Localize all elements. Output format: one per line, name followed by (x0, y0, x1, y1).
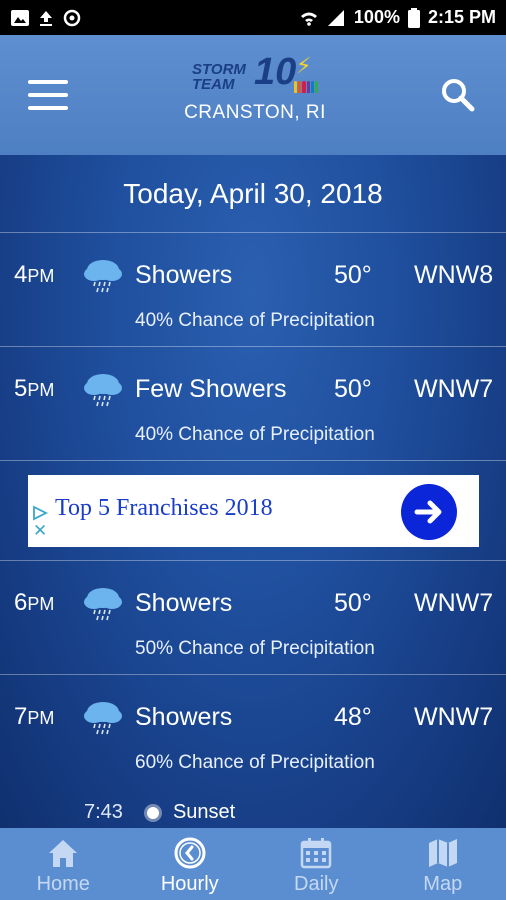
nav-hourly[interactable]: Hourly (127, 828, 254, 900)
map-icon (428, 839, 457, 867)
showers-icon (84, 702, 122, 735)
sun-icon (146, 806, 159, 819)
menu-button[interactable] (28, 80, 68, 110)
hour-time: 6PM (14, 589, 55, 616)
hour-row[interactable]: 4PM Showers 50° WNW8 40% Chance of Preci… (0, 233, 506, 347)
temperature: 50° (334, 589, 372, 617)
hour-time: 5PM (14, 375, 55, 402)
condition-label: Showers (135, 261, 233, 289)
sunset-label: Sunset (172, 801, 236, 823)
ad-headline: Top 5 Franchises 2018 (55, 495, 273, 521)
nav-daily[interactable]: Daily (253, 828, 380, 900)
location-label: CRANSTON, RI (184, 102, 326, 123)
nbc-peacock-icon (294, 81, 319, 93)
sync-icon (63, 9, 81, 26)
search-icon (442, 79, 475, 112)
nav-home[interactable]: Home (0, 828, 127, 900)
ad-container: ✕ Top 5 Franchises 2018 (0, 461, 506, 561)
nav-label: Hourly (160, 873, 219, 895)
ad-banner[interactable]: ✕ Top 5 Franchises 2018 (28, 475, 479, 547)
logo-wordmark: STORM TEAM (192, 61, 246, 93)
condition-label: Showers (135, 589, 233, 617)
wind: WNW7 (414, 589, 494, 617)
showers-icon (84, 588, 122, 621)
ad-close-button[interactable]: ✕ (33, 522, 47, 540)
hour-row[interactable]: 6PM Showers 50° WNW7 50% Chance of Preci… (0, 561, 506, 675)
condition-label: Few Showers (135, 375, 287, 403)
lightning-bolt-icon: ⚡ (296, 53, 312, 78)
bottom-nav: Home Hourly Daily Map (0, 828, 506, 900)
calendar-icon (301, 838, 332, 869)
search-button[interactable] (438, 75, 478, 115)
showers-icon (84, 374, 122, 407)
battery-icon (407, 7, 420, 28)
nav-label: Map (423, 873, 463, 895)
temperature: 48° (334, 703, 372, 731)
adchoices-icon[interactable] (32, 505, 48, 521)
hour-row[interactable]: 5PM Few Showers 50° WNW7 40% Chance of P… (0, 347, 506, 461)
nav-label: Home (36, 873, 90, 895)
hour-time: 4PM (14, 261, 55, 288)
sunset-time: 7:43 (84, 801, 123, 823)
app-header: STORM TEAM 10 ⚡ CRANSTON, RI (0, 35, 506, 155)
signal-icon (327, 9, 344, 26)
wifi-icon (300, 12, 317, 26)
menu-icon (28, 80, 68, 84)
temperature: 50° (334, 375, 372, 403)
showers-icon (84, 260, 122, 293)
temperature: 50° (334, 261, 372, 289)
upload-icon (40, 10, 52, 26)
sunset-row: 7:43 Sunset (84, 801, 235, 824)
date-heading: Today, April 30, 2018 (0, 155, 506, 233)
nav-map[interactable]: Map (380, 828, 506, 900)
nav-label: Daily (294, 873, 339, 895)
precipitation-chance: 60% Chance of Precipitation (135, 752, 375, 773)
precipitation-chance: 40% Chance of Precipitation (135, 424, 375, 445)
precipitation-chance: 40% Chance of Precipitation (135, 310, 375, 331)
wind: WNW7 (414, 375, 494, 403)
status-system: 100% 2:15 PM (300, 7, 496, 28)
battery-percent: 100% (353, 7, 400, 27)
arrow-right-icon (414, 500, 442, 524)
ad-cta-button[interactable] (401, 484, 457, 540)
logo-number: 10 (254, 51, 297, 93)
status-time: 2:15 PM (427, 7, 496, 27)
home-icon (49, 840, 78, 867)
wind: WNW7 (414, 703, 494, 731)
status-notifications (10, 8, 82, 28)
gallery-icon (11, 9, 29, 26)
status-bar: 100% 2:15 PM (0, 0, 506, 35)
condition-label: Showers (135, 703, 233, 731)
storm-team-logo: STORM TEAM 10 ⚡ CRANSTON, RI (170, 51, 340, 124)
hour-time: 7PM (14, 703, 55, 730)
clock-icon (174, 837, 206, 869)
precipitation-chance: 50% Chance of Precipitation (135, 638, 375, 659)
hour-row[interactable]: 7PM Showers 48° WNW7 60% Chance of Preci… (0, 675, 506, 789)
wind: WNW8 (414, 261, 494, 289)
hourly-forecast[interactable]: Today, April 30, 2018 4PM Showers 50° WN… (0, 155, 506, 828)
